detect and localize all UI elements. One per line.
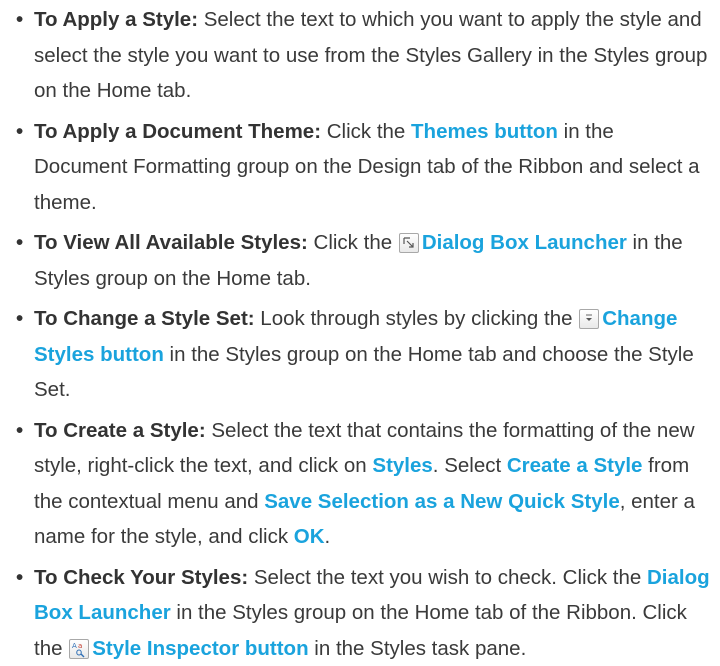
list-item: • To View All Available Styles: Click the…: [14, 225, 710, 296]
bullet: •: [16, 413, 23, 449]
list-item: • To Apply a Document Theme: Click the Th…: [14, 114, 710, 221]
item-lead: To Create a Style:: [34, 419, 206, 442]
item-text: .: [325, 525, 331, 548]
dropdown-arrow-icon: [579, 309, 599, 329]
bullet: •: [16, 225, 23, 261]
themes-button-label: Themes button: [411, 120, 558, 143]
item-text: Click the: [308, 231, 398, 254]
item-lead: To Check Your Styles:: [34, 566, 248, 589]
list-item: • To Check Your Styles: Select the text y…: [14, 560, 710, 666]
bullet: •: [16, 560, 23, 596]
list-item: • To Change a Style Set: Look through sty…: [14, 301, 710, 408]
item-text: Click the: [321, 120, 411, 143]
item-lead: To Change a Style Set:: [34, 307, 255, 330]
item-text: in the Styles task pane.: [309, 637, 527, 660]
dialog-box-launcher-label: Dialog Box Launcher: [422, 231, 627, 254]
bullet: •: [16, 114, 23, 150]
ok-label: OK: [294, 525, 325, 548]
item-lead: To Apply a Document Theme:: [34, 120, 321, 143]
bullet: •: [16, 2, 23, 38]
style-inspector-icon: Aa: [69, 639, 89, 659]
list-item: •To Create a Style: Select the text that…: [14, 413, 710, 555]
item-text: . Select: [433, 454, 507, 477]
save-selection-label: Save Selection as a New Quick Style: [264, 490, 620, 513]
item-lead: To View All Available Styles:: [34, 231, 308, 254]
style-tips-list: •To Apply a Style: Select the text to wh…: [0, 0, 720, 666]
create-a-style-label: Create a Style: [507, 454, 643, 477]
svg-text:A: A: [72, 642, 77, 650]
styles-label: Styles: [372, 454, 432, 477]
dialog-box-launcher-icon: [399, 233, 419, 253]
item-text: Look through styles by clicking the: [255, 307, 579, 330]
item-lead: To Apply a Style:: [34, 8, 198, 31]
svg-text:a: a: [78, 642, 82, 650]
style-inspector-button-label: Style Inspector button: [92, 637, 308, 660]
item-text: Select the text you wish to check. Click…: [248, 566, 647, 589]
list-item: •To Apply a Style: Select the text to wh…: [14, 2, 710, 109]
bullet: •: [16, 301, 23, 337]
